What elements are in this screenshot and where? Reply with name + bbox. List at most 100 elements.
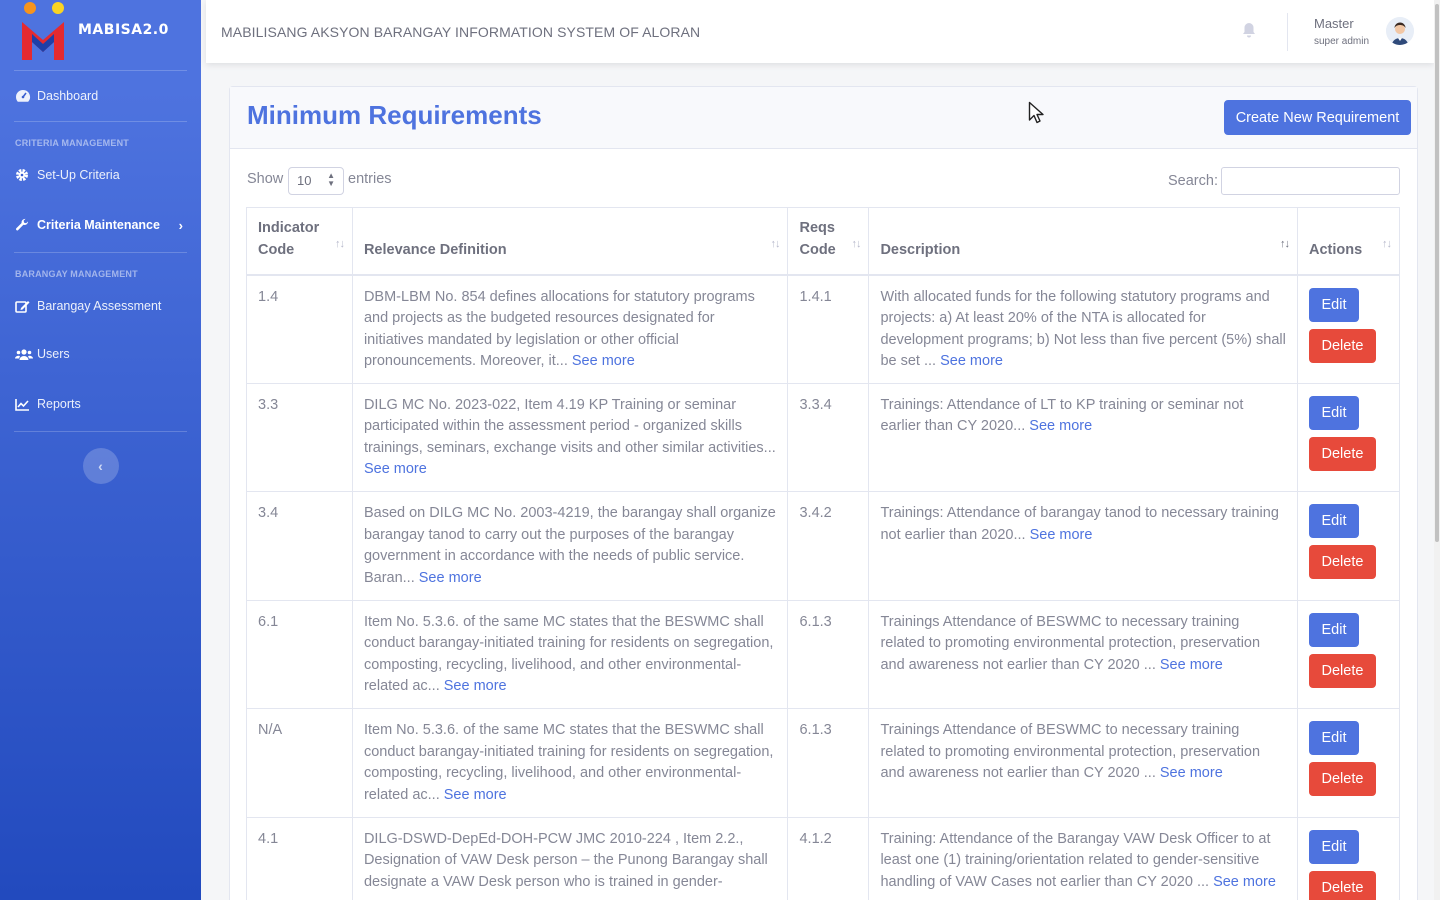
cell-description: Trainings: Attendance of barangay tanod … <box>868 491 1298 601</box>
entries-label: entries <box>348 171 392 187</box>
table-row: 1.4 DBM-LBM No. 854 defines allocations … <box>246 274 1401 384</box>
see-more-link[interactable]: See more <box>572 353 635 369</box>
delete-button[interactable]: Delete <box>1308 653 1376 688</box>
table-row: N/A Item No. 5.3.6. of the same MC state… <box>246 708 1401 818</box>
see-more-link[interactable]: See more <box>1030 527 1093 543</box>
page-title: Minimum Requirements <box>247 100 542 130</box>
sidebar-item-reports[interactable]: Reports <box>0 379 201 429</box>
sidebar-heading-criteria: CRITERIA MANAGEMENT <box>15 138 129 148</box>
sidebar-item-barangay-assessment[interactable]: Barangay Assessment <box>0 283 201 329</box>
cell-description: With allocated funds for the following s… <box>868 274 1298 384</box>
cell-reqs-code: 3.4.2 <box>787 491 870 601</box>
create-requirement-button[interactable]: Create New Requirement <box>1224 100 1411 135</box>
sidebar-item-users[interactable]: Users <box>0 329 201 379</box>
search-input[interactable] <box>1221 167 1400 195</box>
topbar: MABILISANG AKSYON BARANGAY INFORMATION S… <box>206 0 1434 63</box>
edit-button[interactable]: Edit <box>1308 829 1359 864</box>
cell-description: Trainings Attendance of BESWMC to necess… <box>868 599 1298 709</box>
see-more-link[interactable]: See more <box>1213 874 1276 890</box>
sort-icon: ↑↓ <box>851 237 861 250</box>
cell-indicator-code: 4.1 <box>246 816 353 900</box>
user-name[interactable]: Master <box>1314 16 1354 31</box>
sidebar-item-criteria-maintenance[interactable]: Criteria Maintenance › <box>0 198 201 252</box>
column-header-description[interactable]: Description ↑↓ <box>868 207 1298 276</box>
cell-reqs-code: 4.1.2 <box>787 816 870 900</box>
cell-indicator-code: N/A <box>246 708 353 818</box>
edit-button[interactable]: Edit <box>1308 287 1359 322</box>
see-more-link[interactable]: See more <box>444 787 507 803</box>
delete-button[interactable]: Delete <box>1308 545 1376 579</box>
cell-indicator-code: 1.4 <box>246 274 353 384</box>
cell-actions: Edit Delete <box>1296 708 1401 818</box>
sidebar: MABISA2.0 Dashboard CRITERIA MANAGEMENT … <box>0 0 201 900</box>
sidebar-item-label: Barangay Assessment <box>37 299 162 313</box>
delete-button[interactable]: Delete <box>1308 436 1376 471</box>
cell-description: Trainings: Attendance of LT to KP traini… <box>868 382 1298 492</box>
column-header-reqs-code[interactable]: Reqs Code ↑↓ <box>787 207 870 276</box>
cell-actions: Edit Delete <box>1296 599 1401 709</box>
topbar-divider <box>1287 13 1288 51</box>
cell-indicator-code: 3.3 <box>246 382 353 492</box>
cell-relevance-definition: DILG MC No. 2023-022, Item 4.19 KP Train… <box>351 382 789 492</box>
wrench-icon <box>15 217 33 233</box>
table-row: 3.4 Based on DILG MC No. 2003-4219, the … <box>246 491 1401 601</box>
delete-button[interactable]: Delete <box>1308 870 1376 900</box>
see-more-link[interactable]: See more <box>1160 657 1223 673</box>
cell-actions: Edit Delete <box>1296 382 1401 492</box>
select-arrows-icon: ▲ ▼ <box>327 171 335 188</box>
entries-select[interactable]: 10 ▲ ▼ <box>288 167 344 195</box>
see-more-link[interactable]: See more <box>1029 418 1092 434</box>
sidebar-item-label: Set-Up Criteria <box>37 168 120 182</box>
sort-icon: ↑↓ <box>334 237 345 250</box>
avatar[interactable] <box>1386 17 1414 45</box>
sidebar-item-dashboard[interactable]: Dashboard <box>0 71 201 121</box>
see-more-link[interactable]: See more <box>364 461 427 477</box>
cell-relevance-definition: Item No. 5.3.6. of the same MC states th… <box>351 708 789 818</box>
sort-icon: ↑↓ <box>770 237 780 250</box>
sidebar-item-label: Dashboard <box>37 89 99 103</box>
edit-icon <box>15 298 33 314</box>
table-row: 3.3 DILG MC No. 2023-022, Item 4.19 KP T… <box>246 382 1401 492</box>
cell-description: Trainings Attendance of BESWMC to necess… <box>868 708 1298 818</box>
table-header-row: Indicator Code ↑↓ Relevance Definition ↑… <box>246 207 1401 276</box>
mouse-cursor-icon <box>1028 101 1046 130</box>
system-title: MABILISANG AKSYON BARANGAY INFORMATION S… <box>221 23 701 40</box>
column-header-actions[interactable]: Actions ↑↓ <box>1296 207 1401 276</box>
delete-button[interactable]: Delete <box>1308 762 1376 796</box>
cell-reqs-code: 6.1.3 <box>787 599 870 709</box>
requirements-table: Indicator Code ↑↓ Relevance Definition ↑… <box>246 207 1401 900</box>
see-more-link[interactable]: See more <box>1160 765 1223 781</box>
delete-button[interactable]: Delete <box>1308 328 1376 363</box>
edit-button[interactable]: Edit <box>1308 395 1359 430</box>
users-icon <box>15 346 33 362</box>
cell-relevance-definition: Item No. 5.3.6. of the same MC states th… <box>351 599 789 709</box>
search-label: Search: <box>1168 173 1218 189</box>
sort-desc-icon: ↑↓ <box>1279 237 1290 250</box>
sidebar-toggle-button[interactable]: ‹ <box>82 448 119 484</box>
sidebar-item-label: Users <box>37 347 70 361</box>
see-more-link[interactable]: See more <box>444 678 507 694</box>
logo-icon <box>22 2 64 60</box>
cell-actions: Edit Delete <box>1296 274 1401 384</box>
cell-relevance-definition: DBM-LBM No. 854 defines allocations for … <box>351 274 789 384</box>
see-more-link[interactable]: See more <box>419 570 482 586</box>
column-header-relevance-definition[interactable]: Relevance Definition ↑↓ <box>351 207 789 276</box>
chevron-left-icon: ‹ <box>98 458 103 474</box>
sort-icon: ↑↓ <box>1382 237 1392 250</box>
see-more-link[interactable]: See more <box>940 353 1003 369</box>
edit-button[interactable]: Edit <box>1308 504 1359 538</box>
column-header-indicator-code[interactable]: Indicator Code ↑↓ <box>246 207 353 276</box>
bell-icon[interactable] <box>1242 22 1256 43</box>
edit-button[interactable]: Edit <box>1308 612 1359 647</box>
brand[interactable]: MABISA2.0 <box>0 0 201 70</box>
show-label: Show <box>247 171 284 187</box>
cell-indicator-code: 3.4 <box>246 491 353 601</box>
sidebar-item-setup-criteria[interactable]: Set-Up Criteria <box>0 152 201 198</box>
chevron-right-icon: › <box>178 217 183 233</box>
cell-actions: Edit Delete <box>1296 491 1401 601</box>
sidebar-item-label: Criteria Maintenance <box>37 218 160 232</box>
table-controls: Show 10 ▲ ▼ entries Search: <box>230 149 1417 209</box>
sidebar-item-label: Reports <box>37 397 81 411</box>
edit-button[interactable]: Edit <box>1308 721 1359 755</box>
scrollbar-thumb[interactable] <box>1435 4 1439 542</box>
